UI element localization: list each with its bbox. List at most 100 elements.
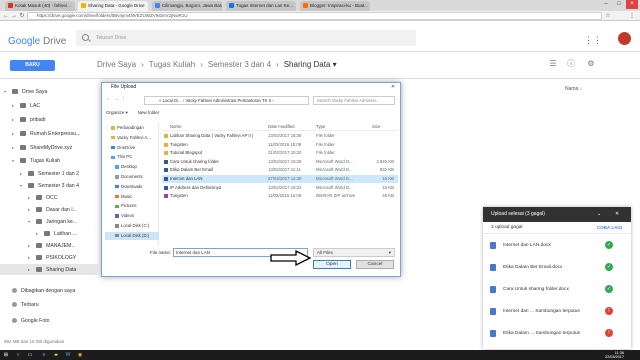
sidebar-item[interactable]: ▸ pribadi	[0, 114, 100, 125]
menu-icon[interactable]: ⋮	[628, 11, 636, 21]
breadcrumb-item[interactable]: Sharing Data ▾	[284, 60, 337, 69]
star-icon[interactable]: ☆	[604, 11, 612, 21]
new-folder-button[interactable]: New folder	[138, 110, 160, 115]
sidebar-item[interactable]: Google Foto	[0, 316, 100, 327]
task-view-icon[interactable]: ▭	[26, 351, 34, 359]
sidebar-item[interactable]: ▾ Tugas Kuliah	[0, 155, 100, 166]
expand-arrow-icon[interactable]: ▸	[20, 168, 28, 179]
upload-row[interactable]: Internet dan LAN.docx ✓	[483, 236, 631, 255]
dialog-nav-item[interactable]: Local Disk (D:)	[105, 231, 159, 240]
dialog-nav-item[interactable]: Pictures	[105, 202, 159, 210]
name-column-header[interactable]: Nama ↓	[565, 86, 582, 92]
col-date[interactable]: Date modified	[268, 123, 295, 131]
dialog-nav-item[interactable]: This PC	[105, 153, 159, 161]
organize-button[interactable]: Organize ▾	[106, 110, 128, 115]
chrome-icon[interactable]: ◉	[76, 351, 84, 359]
sidebar-item[interactable]: ▸ PSIKOLOGY	[0, 252, 100, 263]
upload-row[interactable]: Internet dan ... Sambungan terputus!	[483, 302, 631, 321]
dialog-close-icon[interactable]: ✕	[386, 83, 400, 91]
file-row[interactable]: Etika Dalam Ber Email 13/02/2017 11:11 Mic…	[162, 166, 398, 174]
col-size[interactable]: Size	[372, 123, 380, 131]
url-input[interactable]: https://drive.google.com/drive/folders/0…	[27, 12, 602, 20]
file-row[interactable]: Cara Untuk sharing folder 13/02/2017 15:2…	[162, 158, 398, 166]
search-input[interactable]: Telusuri Drive	[76, 30, 416, 46]
upload-close-icon[interactable]: ✕	[615, 207, 619, 222]
sidebar-item[interactable]: ▸ Semester 1 dan 2	[0, 168, 100, 179]
apps-grid-icon[interactable]: ⋮⋮	[584, 36, 602, 45]
dialog-nav-item[interactable]: Local Disk (C:)	[105, 222, 159, 230]
new-button[interactable]: BARU	[10, 60, 55, 71]
sidebar-item[interactable]: Terbaru	[0, 300, 100, 311]
edge-icon[interactable]: e	[40, 351, 48, 359]
dialog-nav-item[interactable]: Desktop	[105, 163, 159, 171]
expand-arrow-icon[interactable]: ▸	[12, 114, 20, 125]
info-icon[interactable]: ⓘ	[566, 59, 576, 69]
drive-logo[interactable]: Google Drive	[8, 36, 66, 47]
cancel-button[interactable]: Cancel	[356, 260, 394, 269]
expand-arrow-icon[interactable]: ▸	[12, 128, 20, 139]
forward-icon[interactable]: →	[10, 11, 18, 21]
minimize-icon[interactable]: –	[600, 0, 612, 9]
expand-arrow-icon[interactable]: ▸	[12, 100, 20, 111]
dialog-nav-arrows[interactable]: ←→↑	[106, 96, 128, 102]
sidebar-item[interactable]: ▸ OCC	[0, 192, 100, 203]
breadcrumb-item[interactable]: Drive Saya	[97, 60, 136, 69]
sidebar-item[interactable]: Dibagikan dengan saya	[0, 286, 100, 297]
upload-row[interactable]: Etika Dalam Ber Email.docx ✓	[483, 258, 631, 277]
sidebar-item[interactable]: ▾ Drive Saya	[0, 86, 100, 97]
settings-icon[interactable]: ⚙	[586, 59, 596, 69]
browser-tab[interactable]: Sharing Data - Google Drive	[78, 1, 148, 11]
dialog-nav-item[interactable]: Vacky Fahlevi A...	[105, 134, 159, 142]
sidebar-item[interactable]: ▸ LAC	[0, 100, 100, 111]
col-type[interactable]: Type	[316, 123, 325, 131]
word-icon[interactable]: W	[64, 351, 72, 359]
file-row[interactable]: Tutorial Blogspot 21/02/2017 15:20 File fo…	[162, 149, 398, 157]
file-row[interactable]: Latihan Sharing Data ( Vacky Fahlevi AP …	[162, 132, 398, 140]
sidebar-item[interactable]: ▸ Dasar dan l...	[0, 204, 100, 215]
dialog-nav-item[interactable]: Videos	[105, 212, 159, 220]
dialog-path-bar[interactable]: « Local Di... › Vacky Fahlevi Administra…	[144, 96, 309, 105]
expand-arrow-icon[interactable]: ▸	[28, 264, 36, 275]
expand-arrow-icon[interactable]: ▾	[20, 180, 28, 191]
sidebar-item[interactable]: ▸ Rumah Enterpressu...	[0, 128, 100, 139]
sidebar-item[interactable]: ▸ Sharing Data	[0, 264, 100, 275]
retry-button[interactable]: COBA LAGI	[597, 225, 622, 230]
sidebar-item[interactable]: ▾ Semester 3 dan 4	[0, 180, 100, 191]
expand-arrow-icon[interactable]: ▾	[4, 86, 12, 97]
explorer-icon[interactable]: ▰	[52, 351, 60, 359]
dialog-search-input[interactable]: Search Vacky Fahlevi Administ...	[313, 96, 395, 105]
file-row[interactable]: Internet dan LAN 27/02/2017 14:30 Microsof…	[162, 175, 398, 183]
dialog-nav-item[interactable]: Perbandingan	[105, 124, 159, 132]
file-row[interactable]: Tungsten 11/03/2016 15:09 WinRAR ZIP archi…	[162, 192, 398, 200]
dialog-nav-item[interactable]: Downloads	[105, 183, 159, 191]
list-view-icon[interactable]: ☰	[548, 59, 558, 69]
start-icon[interactable]: ⊞	[2, 351, 10, 359]
browser-tab[interactable]: Blogger: Inspirasi-ku - Buat...	[300, 1, 370, 11]
expand-arrow-icon[interactable]: ▸	[28, 204, 36, 215]
filetype-select[interactable]: All Files ▾	[313, 248, 395, 257]
expand-arrow-icon[interactable]: ▸	[28, 240, 36, 251]
taskbar-search-icon[interactable]: ○	[14, 351, 22, 359]
avatar[interactable]	[618, 32, 631, 45]
expand-arrow-icon[interactable]: ▾	[28, 216, 36, 227]
breadcrumb-item[interactable]: Tugas Kuliah	[149, 60, 195, 69]
search-icon[interactable]	[82, 34, 89, 41]
browser-tab[interactable]: Kotak Masuk (40) - fahlevi...	[5, 1, 75, 11]
dialog-nav-item[interactable]: OneDrive	[105, 144, 159, 152]
expand-arrow-icon[interactable]: ▸	[28, 252, 36, 263]
close-icon[interactable]: ×	[626, 0, 638, 9]
sidebar-item[interactable]: ▾ Jaringan ke...	[0, 216, 100, 227]
upload-row[interactable]: Cara Untuk sharing folder.docx ✓	[483, 280, 631, 299]
sidebar-item[interactable]: ▸ MANAJEM...	[0, 240, 100, 251]
browser-tab[interactable]: Tugas Internet dan Lan Ke...	[226, 1, 296, 11]
maximize-icon[interactable]: □	[613, 0, 625, 9]
upload-row[interactable]: Etika Dalam ... Sambungan terputus!	[483, 324, 631, 343]
file-row[interactable]: IP Address dan Definisinya 13/02/2017 16:…	[162, 184, 398, 192]
sidebar-item[interactable]: ▸ Latihan ...	[0, 228, 100, 239]
sidebar-item[interactable]: ▸ ShareMyDrive.xyz	[0, 142, 100, 153]
expand-arrow-icon[interactable]: ▸	[28, 192, 36, 203]
col-name[interactable]: Name	[170, 123, 181, 131]
collapse-icon[interactable]: ⌄	[597, 207, 601, 222]
browser-tab[interactable]: Cilimangjo, Bogoro, Jawa Bara...	[152, 1, 222, 11]
open-button[interactable]: Open	[313, 260, 351, 269]
